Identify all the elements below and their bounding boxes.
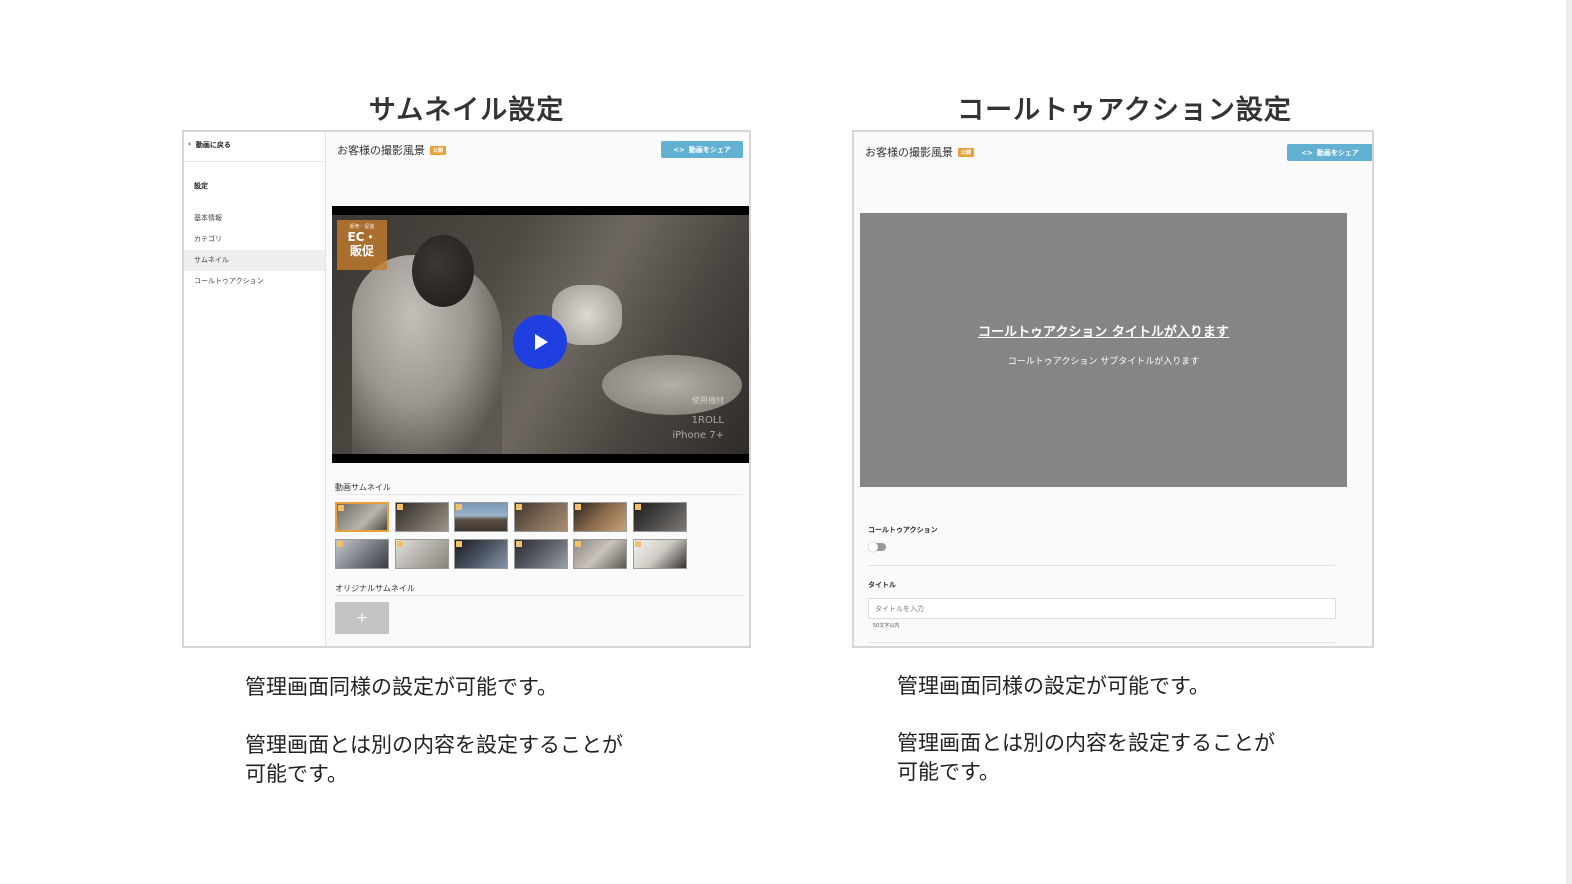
video-title-text: お客様の撮影風景	[865, 146, 953, 159]
ec-label-small: 販売・促進	[349, 224, 375, 230]
status-badge: 公開	[958, 147, 975, 157]
sidebar-heading: 設定	[194, 182, 208, 190]
thumbnail-option[interactable]	[454, 502, 508, 532]
back-to-video-link[interactable]: ‹ 動画に戻る	[184, 132, 325, 162]
cta-settings-screenshot: お客様の撮影風景 公開 <> 動画をシェア コールトゥアクション タイトルが入り…	[852, 130, 1374, 648]
share-button-label: 動画をシェア	[1316, 148, 1359, 157]
left-caption-3: 可能です。	[245, 762, 348, 786]
divider	[868, 565, 1335, 566]
divider	[868, 642, 1335, 643]
slide-edge	[1566, 0, 1572, 884]
thumbnail-option[interactable]	[394, 539, 449, 569]
watermark-equipment: 使用機材	[692, 396, 724, 405]
cta-toggle[interactable]	[868, 542, 886, 552]
play-button[interactable]	[513, 315, 567, 369]
cta-title-hint: 50文字以内	[873, 623, 900, 629]
cta-settings-heading: コールトゥアクション設定	[957, 95, 1292, 126]
ec-category-label: 販売・促進 EC・ 販促	[337, 220, 387, 270]
video-frame-image: 販売・促進 EC・ 販促 使用機材 1ROLL iPhone 7+	[332, 215, 749, 454]
cta-title-label: タイトル	[868, 581, 896, 589]
sidebar-item-thumbnail[interactable]: サムネイル	[184, 250, 325, 271]
chevron-left-icon: ‹	[188, 140, 191, 148]
back-link-label: 動画に戻る	[195, 141, 231, 149]
thumbnail-option[interactable]	[454, 539, 508, 569]
share-button-label: 動画をシェア	[688, 145, 731, 154]
thumbnail-option[interactable]	[513, 539, 568, 569]
thumbnail-option[interactable]	[335, 502, 389, 532]
sidebar-item-category[interactable]: カテゴリ	[184, 229, 325, 250]
thumbnail-option[interactable]	[335, 539, 389, 569]
watermark-1roll: 1ROLL	[691, 415, 724, 426]
cta-toggle-label: コールトゥアクション	[868, 526, 938, 534]
video-title: お客様の撮影風景 公開	[865, 144, 975, 160]
ec-label-line1: EC・	[347, 230, 377, 244]
thumbnail-main-panel: お客様の撮影風景 公開 <> 動画をシェア 販売・促進 EC・ 販促 使用機材 …	[327, 132, 749, 646]
head-shape	[412, 235, 474, 307]
thumbnail-option[interactable]	[573, 502, 627, 532]
sidebar-item-basic-info[interactable]: 基本情報	[184, 208, 325, 229]
thumbnail-grid	[335, 502, 687, 569]
cta-subtitle: コールトゥアクション サブタイトルが入ります	[1007, 357, 1200, 367]
code-icon: <>	[1301, 148, 1313, 157]
video-player[interactable]: 販売・促進 EC・ 販促 使用機材 1ROLL iPhone 7+	[332, 206, 749, 463]
share-video-button[interactable]: <> 動画をシェア	[661, 141, 743, 158]
video-title: お客様の撮影風景 公開	[337, 142, 447, 158]
left-caption-1: 管理画面同様の設定が可能です。	[245, 675, 558, 699]
cta-preview: コールトゥアクション タイトルが入ります コールトゥアクション サブタイトルが入…	[860, 213, 1347, 487]
cta-title-input[interactable]	[868, 598, 1336, 619]
status-badge: 公開	[430, 145, 447, 155]
cat-bed-shape	[602, 355, 742, 415]
divider	[335, 595, 743, 596]
original-thumbnail-title: オリジナルサムネイル	[335, 584, 415, 593]
video-thumbnails-title: 動画サムネイル	[335, 483, 391, 492]
play-icon	[535, 334, 548, 350]
ec-label-line2: 販促	[349, 244, 374, 258]
right-caption-2: 管理画面とは別の内容を設定することが	[897, 731, 1275, 755]
thumbnail-option[interactable]	[632, 539, 687, 569]
thumbnail-option[interactable]	[573, 539, 627, 569]
thumbnail-option[interactable]	[632, 502, 687, 532]
thumbnail-settings-heading: サムネイル設定	[368, 95, 565, 126]
code-icon: <>	[673, 145, 685, 154]
divider	[335, 494, 743, 495]
thumbnail-option[interactable]	[513, 502, 568, 532]
thumbnail-option[interactable]	[394, 502, 449, 532]
settings-sidebar: ‹ 動画に戻る 設定 基本情報 カテゴリ サムネイル コールトゥアクション	[184, 132, 326, 646]
watermark-device: iPhone 7+	[672, 430, 724, 441]
right-caption-3: 可能です。	[897, 760, 1000, 784]
share-video-button[interactable]: <> 動画をシェア	[1287, 144, 1372, 161]
slide: サムネイル設定 ‹ 動画に戻る 設定 基本情報 カテゴリ サムネイル コールトゥ…	[0, 0, 1572, 884]
video-title-text: お客様の撮影風景	[337, 144, 425, 157]
cta-title[interactable]: コールトゥアクション タイトルが入ります	[978, 321, 1229, 340]
thumbnail-settings-screenshot: ‹ 動画に戻る 設定 基本情報 カテゴリ サムネイル コールトゥアクション お客…	[182, 130, 751, 648]
sidebar-item-call-to-action[interactable]: コールトゥアクション	[184, 271, 325, 292]
add-thumbnail-button[interactable]: +	[335, 602, 389, 634]
left-caption-2: 管理画面とは別の内容を設定することが	[245, 733, 623, 757]
right-caption-1: 管理画面同様の設定が可能です。	[897, 674, 1210, 698]
